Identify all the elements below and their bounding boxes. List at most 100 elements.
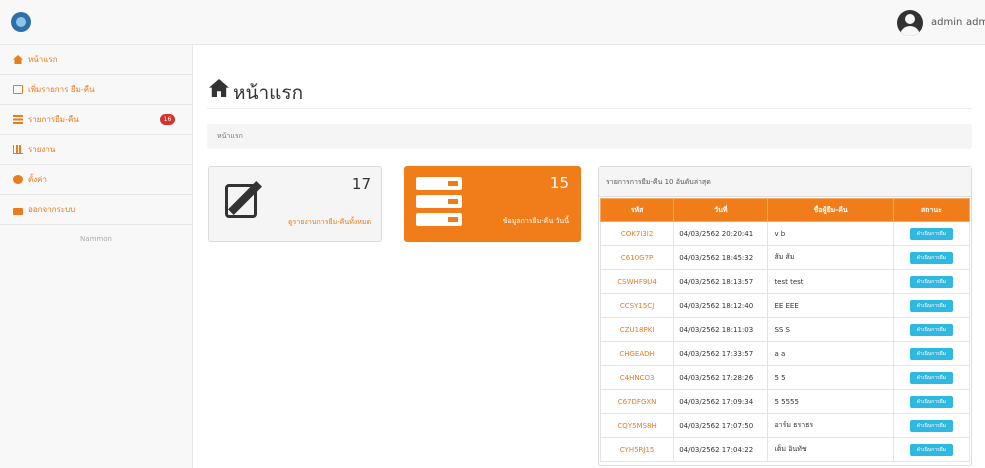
sidebar-item-label: หน้าแรก [28, 55, 58, 64]
divider [207, 108, 972, 109]
sidebar-item-logout[interactable]: ออกจากระบบ [0, 195, 192, 225]
count-badge: 16 [160, 114, 175, 125]
sidebar-item-label: เพิ่มรายการ ยืม-คืน [28, 85, 95, 94]
status-button[interactable]: ดำเนินการยืม [909, 275, 953, 288]
sidebar-footer: Nammon [80, 235, 112, 243]
borrower-name-cell: 5 5 [767, 365, 894, 390]
status-button[interactable]: ดำเนินการยืม [909, 347, 953, 360]
status-cell: ดำเนินการยืม [892, 245, 971, 270]
status-button[interactable]: ดำเนินการยืม [909, 443, 953, 456]
borrower-name-cell: v b [767, 221, 894, 246]
latest-borrow-panel: รายการการยืม-คืน 10 อันดับล่าสุด รหัส วั… [598, 166, 972, 466]
borrow-code-link[interactable]: C4HNCO3 [599, 365, 675, 390]
date-cell: 04/03/2562 18:12:40 [673, 293, 769, 318]
table-row: CCSY15CJ 04/03/2562 18:12:40 EE EEE ดำเนินก… [599, 293, 971, 318]
borrow-code-link[interactable]: COK7I3I2 [599, 221, 675, 246]
status-button[interactable]: ดำเนินการยืม [909, 251, 953, 264]
borrow-code-link[interactable]: CHGEADH [599, 341, 675, 366]
borrow-code-link[interactable]: CCSY15CJ [599, 293, 675, 318]
table-row: C4HNCO3 04/03/2562 17:28:26 5 5 ดำเนินการยื… [599, 365, 971, 390]
status-button[interactable]: ดำเนินการยืม [909, 299, 953, 312]
date-cell: 04/03/2562 17:07:50 [673, 413, 769, 438]
date-cell: 04/03/2562 17:04:22 [673, 437, 769, 462]
page-title: หน้าแรก [233, 82, 304, 104]
sidebar-item-home[interactable]: หน้าแรก [0, 45, 192, 75]
borrower-name-cell: SS S [767, 317, 894, 342]
date-cell: 04/03/2562 17:09:34 [673, 389, 769, 414]
server-icon [416, 177, 462, 227]
borrow-code-link[interactable]: CYH5RJ15 [599, 437, 675, 462]
sidebar-item-settings[interactable]: ตั้งค่า [0, 165, 192, 195]
borrower-name-cell: 5 5555 [767, 389, 894, 414]
status-cell: ดำเนินการยืม [892, 221, 971, 246]
total-borrow-panel[interactable]: 17 ดูรายงานการยืม-คืนทั้งหมด [208, 166, 382, 242]
lock-icon [13, 207, 23, 215]
home-icon [209, 79, 229, 97]
date-cell: 04/03/2562 20:20:41 [673, 221, 769, 246]
column-header: วันที่ [673, 198, 769, 222]
date-cell: 04/03/2562 17:28:26 [673, 365, 769, 390]
status-cell: ดำเนินการยืม [892, 341, 971, 366]
borrower-name-cell: test test [767, 269, 894, 294]
total-count: 17 [351, 175, 371, 193]
home-icon [13, 55, 23, 64]
status-cell: ดำเนินการยืม [892, 437, 971, 462]
borrow-code-link[interactable]: CQY5MS8H [599, 413, 675, 438]
sidebar-item-label: ตั้งค่า [28, 175, 47, 184]
table-row: CZU18PKI 04/03/2562 18:11:03 SS S ดำเนินการ… [599, 317, 971, 342]
date-cell: 04/03/2562 18:11:03 [673, 317, 769, 342]
panel-heading: รายการการยืม-คืน 10 อันดับล่าสุด [599, 167, 971, 197]
total-link[interactable]: ดูรายงานการยืม-คืนทั้งหมด [288, 217, 371, 228]
user-name-truncated[interactable]: admi [966, 17, 985, 28]
sidebar-item-borrow-list[interactable]: รายการยืม-คืน 16 [0, 105, 192, 135]
borrower-name-cell: เต็ม อินทัช [767, 437, 894, 462]
status-cell: ดำเนินการยืม [892, 293, 971, 318]
date-cell: 04/03/2562 18:45:32 [673, 245, 769, 270]
table-row: CQY5MS8H 04/03/2562 17:07:50 อาร์ม ธราธร ดำ… [599, 413, 971, 438]
sidebar-item-label: ออกจากระบบ [28, 205, 76, 214]
borrower-name-cell: EE EEE [767, 293, 894, 318]
status-button[interactable]: ดำเนินการยืม [909, 395, 953, 408]
status-cell: ดำเนินการยืม [892, 317, 971, 342]
table-row: C610G7P 04/03/2562 18:45:32 ส้ม ส้ม ดำเนินก… [599, 245, 971, 270]
user-name[interactable]: admin [931, 17, 962, 28]
table-row: CYH5RJ15 04/03/2562 17:04:22 เต็ม อินทัช ดำ… [599, 437, 971, 462]
breadcrumb: หน้าแรก [207, 124, 972, 149]
status-button[interactable]: ดำเนินการยืม [909, 371, 953, 384]
list-icon [13, 115, 23, 124]
today-link[interactable]: ข้อมูลการยืม-คืน วันนี้ [503, 216, 569, 227]
status-cell: ดำเนินการยืม [892, 389, 971, 414]
status-button[interactable]: ดำเนินการยืม [909, 227, 953, 240]
borrower-name-cell: a a [767, 341, 894, 366]
status-cell: ดำเนินการยืม [892, 413, 971, 438]
column-header: สถานะ [892, 198, 971, 222]
table-row: COK7I3I2 04/03/2562 20:20:41 v b ดำเนินการย… [599, 221, 971, 246]
borrow-code-link[interactable]: CSWHF9U4 [599, 269, 675, 294]
sidebar-item-report[interactable]: รายงาน [0, 135, 192, 165]
date-cell: 04/03/2562 17:33:57 [673, 341, 769, 366]
status-cell: ดำเนินการยืม [892, 365, 971, 390]
borrower-name-cell: ส้ม ส้ม [767, 245, 894, 270]
bar-chart-icon [13, 145, 23, 154]
avatar-icon[interactable] [897, 10, 923, 36]
breadcrumb-item[interactable]: หน้าแรก [217, 132, 243, 140]
borrow-code-link[interactable]: C610G7P [599, 245, 675, 270]
sidebar-item-add-borrow[interactable]: เพิ่มรายการ ยืม-คืน [0, 75, 192, 105]
edit-icon [13, 85, 23, 94]
borrower-name-cell: อาร์ม ธราธร [767, 413, 894, 438]
sidebar-item-label: รายงาน [28, 145, 56, 154]
borrow-code-link[interactable]: CZU18PKI [599, 317, 675, 342]
column-header: รหัส [599, 198, 675, 222]
status-button[interactable]: ดำเนินการยืม [909, 323, 953, 336]
status-cell: ดำเนินการยืม [892, 269, 971, 294]
status-button[interactable]: ดำเนินการยืม [909, 419, 953, 432]
borrow-code-link[interactable]: C67DFGXN [599, 389, 675, 414]
sidebar-item-label: รายการยืม-คืน [28, 115, 79, 124]
gear-icon [13, 175, 23, 184]
logo-icon[interactable] [11, 12, 31, 32]
today-count: 15 [549, 174, 569, 192]
today-borrow-panel[interactable]: 15 ข้อมูลการยืม-คืน วันนี้ [404, 166, 581, 242]
table-row: CHGEADH 04/03/2562 17:33:57 a a ดำเนินการยื… [599, 341, 971, 366]
latest-borrow-table: รหัส วันที่ ชื่อผู้ยืม-คืน สถานะ COK7I3I… [599, 198, 971, 462]
sidebar: หน้าแรก เพิ่มรายการ ยืม-คืน รายการยืม-คื… [0, 45, 193, 468]
